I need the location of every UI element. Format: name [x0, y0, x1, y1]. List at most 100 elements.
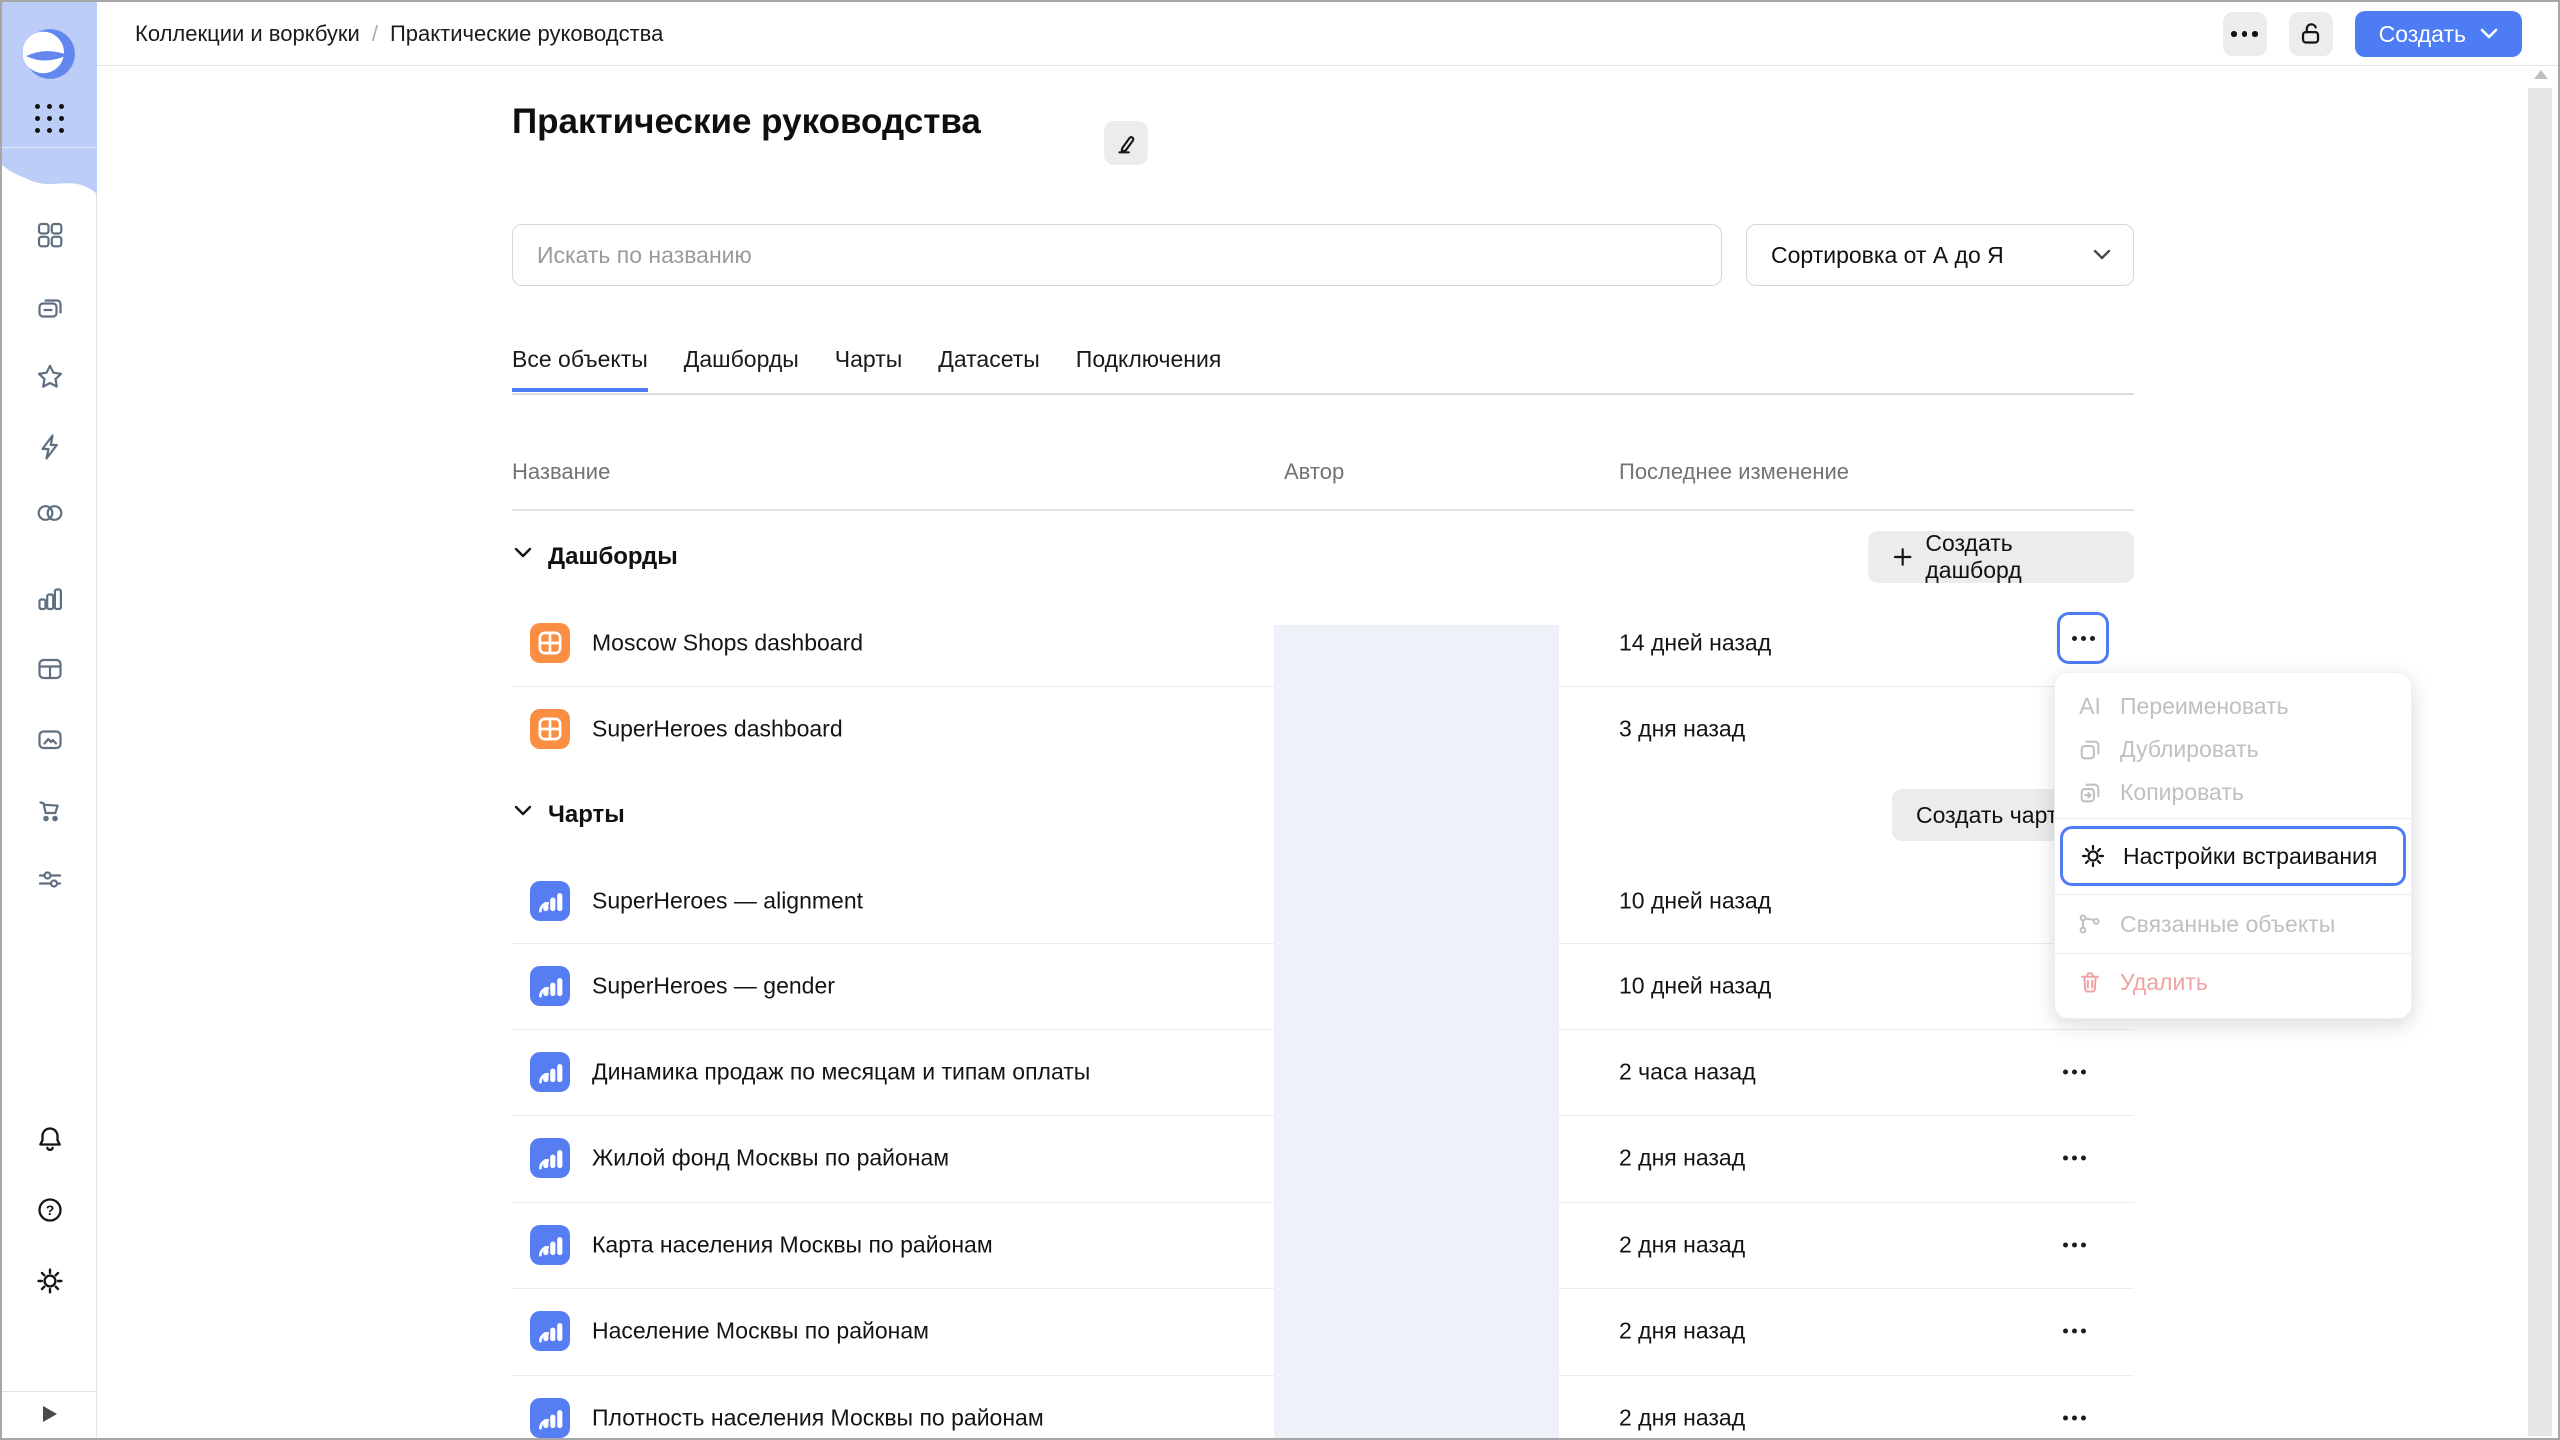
workbooks-icon [34, 292, 66, 324]
object-name[interactable]: SuperHeroes — gender [592, 973, 835, 1000]
sidebar-item-dashboards[interactable] [33, 652, 67, 686]
sidebar-item-editor[interactable] [33, 430, 67, 464]
chart-icon [530, 1225, 570, 1265]
settings-button[interactable] [33, 1264, 67, 1298]
create-chart-label: Создать чарт [1916, 802, 2057, 829]
sidebar-item-settings-sliders[interactable] [33, 862, 67, 896]
menu-item-rename[interactable]: AI Переименовать [2055, 685, 2411, 728]
object-name[interactable]: Население Москвы по районам [592, 1318, 929, 1345]
help-button[interactable]: ? [33, 1193, 67, 1227]
menu-item-label: Дублировать [2120, 736, 2259, 763]
menu-item-label: Копировать [2120, 779, 2244, 806]
author-column-redaction [1274, 625, 1559, 1438]
modified-time: 10 дней назад [1619, 973, 1771, 1000]
sidebar-item-gallery[interactable] [33, 722, 67, 756]
trash-icon [2075, 967, 2105, 997]
datalens-logo[interactable] [23, 27, 77, 81]
tab-connections[interactable]: Подключения [1076, 346, 1222, 392]
breadcrumb-collections[interactable]: Коллекции и воркбуки [135, 21, 360, 47]
menu-item-copy[interactable]: Копировать [2055, 771, 2411, 814]
related-objects-icon [2075, 909, 2105, 939]
sidebar-item-connections[interactable] [33, 496, 67, 530]
rename-icon: AI [2075, 692, 2105, 722]
bar-chart-icon [34, 583, 66, 615]
tab-datasets[interactable]: Датасеты [938, 346, 1040, 392]
menu-item-label: Связанные объекты [2120, 911, 2335, 938]
ellipsis-icon [2231, 31, 2258, 37]
context-menu: AI Переименовать Дублировать Копировать … [2054, 672, 2412, 1019]
notifications-button[interactable] [33, 1122, 67, 1156]
create-button[interactable]: Создать [2355, 11, 2522, 57]
edit-title-button[interactable] [1104, 121, 1148, 165]
vertical-scrollbar[interactable] [2528, 68, 2554, 1436]
dashboard-icon [530, 709, 570, 749]
create-dashboard-label: Создать дашборд [1925, 530, 2110, 584]
sort-select[interactable]: Сортировка от А до Я [1746, 224, 2134, 286]
sidebar-item-navigation[interactable] [33, 291, 67, 325]
cart-icon [34, 793, 66, 825]
chevron-down-icon [2480, 27, 2498, 41]
chevron-down-icon [514, 805, 532, 817]
datalens-window: ? Коллекции и воркбуки / Практические ру… [0, 0, 2560, 1440]
apps-grid-icon[interactable] [35, 104, 64, 133]
menu-item-delete[interactable]: Удалить [2055, 958, 2411, 1006]
tab-dashboards[interactable]: Дашборды [684, 346, 799, 392]
modified-time: 3 дня назад [1619, 716, 1745, 743]
row-menu-button-active[interactable] [2057, 612, 2109, 664]
public-access-button[interactable] [2289, 12, 2333, 56]
unlock-icon [2296, 19, 2326, 49]
tab-charts[interactable]: Чарты [835, 346, 902, 392]
object-name[interactable]: SuperHeroes — alignment [592, 888, 863, 915]
sidebar-item-charts[interactable] [33, 582, 67, 616]
row-menu-button[interactable] [2063, 1070, 2086, 1075]
chart-icon [530, 881, 570, 921]
sidebar-bottom-divider [2, 1391, 96, 1392]
play-triangle-icon [42, 1405, 58, 1423]
menu-item-label: Переименовать [2120, 693, 2289, 720]
row-menu-button[interactable] [2063, 1243, 2086, 1248]
row-menu-button[interactable] [2063, 1416, 2086, 1421]
chevron-down-icon [514, 547, 532, 559]
object-tabs: Все объекты Дашборды Чарты Датасеты Подк… [512, 346, 1221, 392]
sidebar-item-marketplace[interactable] [33, 792, 67, 826]
row-menu-button[interactable] [2063, 1156, 2086, 1161]
object-name[interactable]: Динамика продаж по месяцам и типам оплат… [592, 1059, 1090, 1086]
section-label: Чарты [548, 801, 625, 829]
search-input[interactable] [512, 224, 1722, 286]
dashboard-icon [530, 623, 570, 663]
header-divider [512, 509, 2134, 511]
row-menu-button[interactable] [2063, 1329, 2086, 1334]
tabs-underline [512, 393, 2134, 395]
menu-item-embed-settings[interactable]: Настройки встраивания [2060, 826, 2406, 886]
sidebar: ? [2, 2, 97, 1438]
menu-item-label: Настройки встраивания [2123, 843, 2377, 870]
sliders-icon [34, 863, 66, 895]
grid-icon [34, 219, 66, 251]
ellipsis-icon [2072, 636, 2095, 641]
scrollbar-track[interactable] [2528, 88, 2552, 1436]
column-header-author: Автор [1284, 459, 1344, 485]
breadcrumb-separator: / [372, 21, 378, 47]
chart-icon [530, 1398, 570, 1438]
gear-icon [2078, 841, 2108, 871]
create-dashboard-button[interactable]: Создать дашборд [1868, 531, 2134, 583]
tab-all-objects[interactable]: Все объекты [512, 346, 648, 392]
object-name[interactable]: Жилой фонд Москвы по районам [592, 1145, 949, 1172]
expand-sidebar-button[interactable] [38, 1402, 62, 1426]
object-name[interactable]: SuperHeroes dashboard [592, 716, 843, 743]
more-actions-button[interactable] [2223, 12, 2267, 56]
sidebar-item-favorites[interactable] [33, 360, 67, 394]
object-name[interactable]: Карта населения Москвы по районам [592, 1232, 993, 1259]
modified-time: 14 дней назад [1619, 630, 1771, 657]
sidebar-item-collections[interactable] [33, 218, 67, 252]
table-grid-icon [34, 653, 66, 685]
object-name[interactable]: Плотность населения Москвы по районам [592, 1405, 1044, 1432]
object-name[interactable]: Moscow Shops dashboard [592, 630, 863, 657]
copy-icon [2075, 778, 2105, 808]
menu-item-related-objects[interactable]: Связанные объекты [2055, 899, 2411, 949]
scroll-up-arrow[interactable] [2534, 70, 2548, 79]
sort-value: Сортировка от А до Я [1771, 242, 2004, 269]
menu-item-duplicate[interactable]: Дублировать [2055, 728, 2411, 771]
column-header-modified: Последнее изменение [1619, 459, 1849, 485]
bell-icon [34, 1123, 66, 1155]
